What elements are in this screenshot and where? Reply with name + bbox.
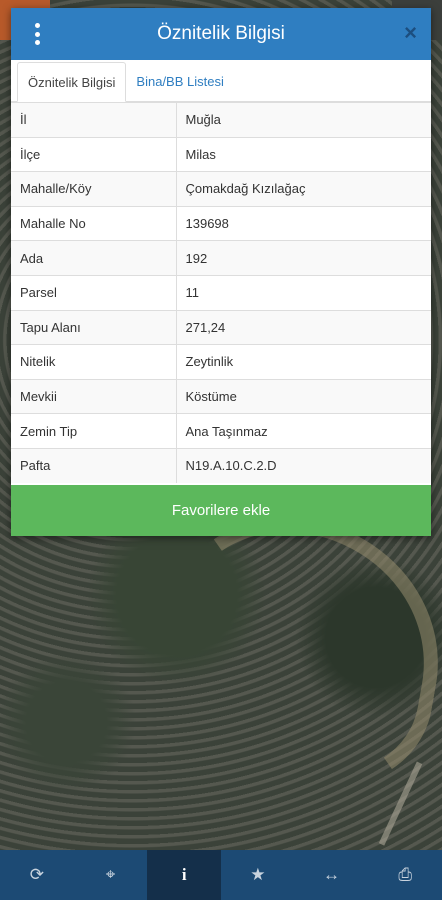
- refresh-button[interactable]: ⟳: [0, 850, 74, 900]
- attribute-value: Köstüme: [176, 378, 431, 414]
- star-button[interactable]: ★: [221, 850, 295, 900]
- tab-bar: Öznitelik Bilgisi Bina/BB Listesi: [11, 60, 431, 102]
- tab-building-list[interactable]: Bina/BB Listesi: [126, 61, 233, 101]
- attribute-key: Nitelik: [11, 344, 177, 380]
- star-icon: ★: [250, 865, 266, 884]
- table-row: İlçe Milas: [11, 136, 431, 172]
- attribute-table: İl Muğla İlçe Milas Mahalle/Köy Çomakdağ Kızı…: [11, 102, 431, 484]
- attribute-key: Pafta: [11, 447, 177, 484]
- print-icon: ⎙: [398, 865, 412, 884]
- attribute-value: 192: [176, 240, 431, 276]
- attribute-value: 11: [176, 274, 431, 311]
- attribute-value: 139698: [176, 205, 431, 241]
- info-icon: i: [181, 865, 187, 884]
- attribute-value: Zeytinlik: [176, 344, 431, 380]
- attribute-key: Zemin Tip: [11, 413, 177, 449]
- attribute-value: N19.A.10.C.2.D: [176, 447, 431, 484]
- table-row: Mevkii Köstüme: [11, 378, 431, 414]
- attribute-key: Parsel: [11, 274, 177, 311]
- attribute-value: Çomakdağ Kızılağaç: [176, 171, 431, 207]
- attribute-value: 271,24: [176, 309, 431, 345]
- dialog-header: Öznitelik Bilgisi ×: [11, 8, 431, 60]
- print-button[interactable]: ⎙: [368, 850, 442, 900]
- info-button[interactable]: i: [147, 850, 222, 900]
- table-row: Mahalle No 139698: [11, 205, 431, 241]
- measure-button[interactable]: ↔: [295, 850, 369, 900]
- attribute-value: Muğla: [176, 102, 431, 138]
- table-row: Nitelik Zeytinlik: [11, 344, 431, 380]
- add-favorite-button[interactable]: Favorilere ekle: [11, 485, 431, 536]
- table-row: Ada 192: [11, 240, 431, 276]
- attribute-key: İlçe: [11, 136, 177, 172]
- attribute-value: Ana Taşınmaz: [176, 413, 431, 449]
- attribute-dialog: Öznitelik Bilgisi × Öznitelik Bilgisi Bi…: [11, 8, 431, 536]
- attribute-key: Mahalle/Köy: [11, 171, 177, 207]
- table-row: Tapu Alanı 271,24: [11, 309, 431, 345]
- crosshair-button[interactable]: ⌖: [74, 850, 148, 900]
- attribute-key: Mevkii: [11, 378, 177, 414]
- attribute-value: Milas: [176, 136, 431, 172]
- attribute-key: Ada: [11, 240, 177, 276]
- measure-icon: ↔: [323, 865, 341, 884]
- table-row: Mahalle/Köy Çomakdağ Kızılağaç: [11, 171, 431, 207]
- crosshair-icon: ⌖: [105, 865, 116, 884]
- more-vertical-icon[interactable]: [25, 23, 49, 45]
- table-row: Parsel 11: [11, 274, 431, 311]
- table-row: İl Muğla: [11, 102, 431, 138]
- tab-attribute-info[interactable]: Öznitelik Bilgisi: [17, 62, 127, 102]
- attribute-key: Mahalle No: [11, 205, 177, 241]
- refresh-icon: ⟳: [29, 865, 44, 884]
- dialog-title: Öznitelik Bilgisi: [157, 23, 285, 44]
- bottom-toolbar: ⟳ ⌖ i ★ ↔ ⎙: [0, 850, 442, 900]
- table-row: Pafta N19.A.10.C.2.D: [11, 447, 431, 484]
- attribute-key: Tapu Alanı: [11, 309, 177, 345]
- table-row: Zemin Tip Ana Taşınmaz: [11, 413, 431, 449]
- attribute-key: İl: [11, 102, 177, 138]
- close-icon[interactable]: ×: [404, 20, 417, 46]
